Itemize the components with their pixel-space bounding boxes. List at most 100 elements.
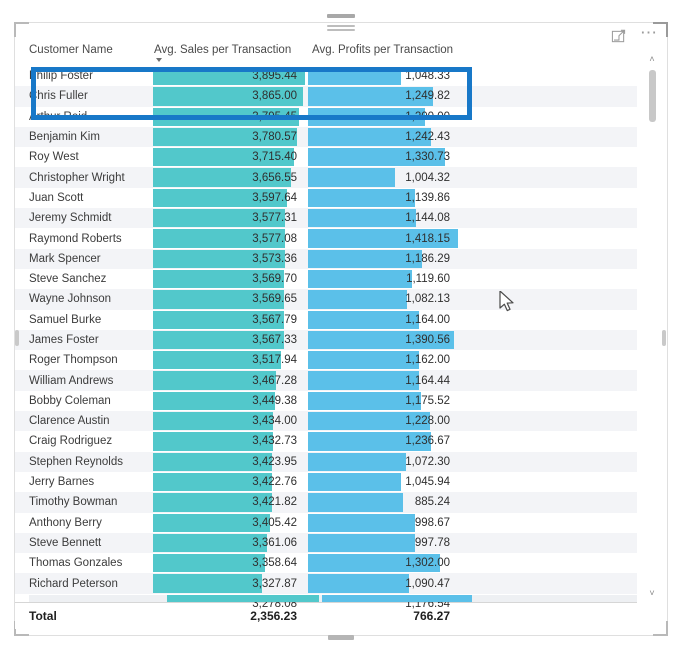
cell-customer-name: Mark Spencer [29,252,101,265]
table-row[interactable]: Benjamin Kim 3,780.57 1,242.43 [15,126,637,148]
vertical-scrollbar[interactable]: ˄ ˅ [645,38,659,606]
cell-avg-sales: 3,569.65 [153,289,305,309]
cell-avg-sales-value: 3,577.31 [252,212,297,225]
cell-avg-profits: 1,048.33 [308,66,458,86]
cell-customer-name: Wayne Johnson [29,293,112,306]
resize-handle-top-left[interactable] [14,22,29,37]
cell-avg-sales: 3,358.64 [153,553,305,573]
table-row[interactable]: Philip Foster 3,895.44 1,048.33 [15,66,637,87]
table-row[interactable]: Samuel Burke 3,567.79 1,164.00 [15,309,637,330]
table-header-row: Customer Name Avg. Sales per Transaction… [15,36,637,66]
cell-customer-name: Jeremy Schmidt [29,212,112,225]
column-header-avg-sales-label: Avg. Sales per Transaction [154,44,292,56]
cell-avg-profits: 1,139.86 [308,188,458,208]
sort-descending-caret-icon [156,58,162,62]
cell-customer-name: Benjamin Kim [29,131,100,144]
cell-avg-sales: 3,432.73 [153,431,305,451]
table-row[interactable]: Steve Sanchez 3,569.70 1,119.60 [15,268,637,290]
cell-customer-name: Christopher Wright [29,171,125,184]
cell-avg-profits: 1,236.67 [308,431,458,451]
table-row[interactable]: Jeremy Schmidt 3,577.31 1,144.08 [15,208,637,229]
scroll-down-chevron-icon[interactable]: ˅ [645,586,659,600]
table-row[interactable]: Anthony Berry 3,405.42 998.67 [15,512,637,533]
cell-avg-profits: 1,175.52 [308,391,458,411]
cell-avg-sales-value: 3,422.76 [252,476,297,489]
cell-avg-profits-value: 1,242.43 [405,131,450,144]
table-row[interactable]: Mark Spencer 3,573.36 1,186.29 [15,248,637,269]
table-row[interactable]: Steve Bennett 3,361.06 997.78 [15,532,637,554]
cell-avg-profits-value: 885.24 [414,496,450,509]
cell-avg-sales-value: 3,865.00 [252,90,297,103]
table-row[interactable]: Bobby Coleman 3,449.38 1,175.52 [15,390,637,412]
cell-customer-name: Juan Scott [29,191,84,204]
data-bar-profits [308,209,416,228]
cell-avg-sales-value: 3,573.36 [252,252,297,265]
frame-edge-right [667,35,668,623]
table-row[interactable]: Jerry Barnes 3,422.76 1,045.94 [15,471,637,493]
cell-customer-name: Richard Peterson [29,577,118,590]
cell-avg-profits: 1,330.73 [308,147,458,167]
data-bar-sales [153,554,266,573]
data-bar-profits [308,493,403,512]
table-row[interactable]: Christopher Wright 3,656.55 1,004.32 [15,167,637,188]
table-row[interactable]: Thomas Gonzales 3,358.64 1,302.00 [15,553,637,574]
cell-avg-sales-value: 3,715.40 [252,151,297,164]
column-header-customer-name[interactable]: Customer Name [15,36,153,56]
cell-avg-profits: 997.78 [308,533,458,553]
table-row[interactable]: James Foster 3,567.33 1,390.56 [15,329,637,351]
table-row[interactable]: Craig Rodriguez 3,432.73 1,236.67 [15,431,637,452]
cell-avg-profits: 1,072.30 [308,452,458,472]
data-bar-profits [308,574,409,593]
column-header-avg-sales[interactable]: Avg. Sales per Transaction [153,36,306,62]
vertical-scrollbar-track[interactable] [649,66,655,584]
cell-avg-sales: 3,423.95 [153,452,305,472]
table-row[interactable]: Raymond Roberts 3,577.08 1,418.15 [15,228,637,249]
cell-avg-sales-value: 3,780.57 [252,131,297,144]
table-row[interactable]: Wayne Johnson 3,569.65 1,082.13 [15,289,637,310]
cell-customer-name: Timothy Bowman [29,496,118,509]
total-avg-sales-value: 2,356.23 [250,609,297,623]
table-row[interactable]: Roy West 3,715.40 1,330.73 [15,147,637,168]
cell-avg-sales: 3,573.36 [153,249,305,269]
visual-drag-handle-top[interactable] [324,14,358,32]
cell-avg-profits: 885.24 [308,492,458,512]
table-row[interactable]: Stephen Reynolds 3,423.95 1,072.30 [15,451,637,472]
table-row[interactable]: Juan Scott 3,597.64 1,139.86 [15,187,637,209]
table-scroll-area[interactable]: Customer Name Avg. Sales per Transaction… [15,36,667,635]
data-bar-profits [308,533,415,553]
table-row[interactable]: Richard Peterson 3,327.87 1,090.47 [15,573,637,594]
data-bar-profits [308,168,395,187]
visual-drag-handle-bottom[interactable] [328,635,354,640]
cell-avg-sales-value: 3,361.06 [252,536,297,549]
table-row[interactable]: Timothy Bowman 3,421.82 885.24 [15,492,637,513]
table-row[interactable]: Roger Thompson 3,517.94 1,162.00 [15,350,637,371]
scroll-up-chevron-icon[interactable]: ˄ [645,52,659,66]
table-row[interactable]: Clarence Austin 3,434.00 1,228.00 [15,411,637,432]
cell-avg-profits-value: 1,200.00 [405,110,450,123]
cell-avg-profits-value: 1,119.60 [406,273,450,286]
cell-avg-sales-value: 3,567.33 [252,334,297,346]
cell-avg-sales: 3,795.45 [153,107,305,127]
cell-avg-profits-value: 1,082.13 [405,293,450,306]
table-row[interactable]: Chris Fuller 3,865.00 1,249.82 [15,86,637,107]
table-row[interactable]: William Andrews 3,467.28 1,164.44 [15,370,637,391]
cell-avg-sales-value: 3,597.64 [252,191,297,204]
cell-avg-profits: 1,186.29 [308,249,458,269]
left-scroll-marker [15,330,19,346]
cell-avg-sales: 3,361.06 [153,533,305,553]
cell-customer-name: Jerry Barnes [29,476,95,489]
cell-avg-sales: 3,656.55 [153,167,305,187]
cell-avg-profits-value: 1,072.30 [405,455,450,468]
column-header-avg-profits[interactable]: Avg. Profits per Transaction [309,36,462,56]
table-row[interactable]: Arthur Reid 3,795.45 1,200.00 [15,106,637,127]
cell-customer-name: James Foster [29,334,99,346]
cell-avg-profits: 1,090.47 [308,573,458,593]
cell-avg-profits-value: 1,045.94 [405,476,450,489]
table-visual-container[interactable]: ⋯ Customer Name Avg. Sales per Transacti… [14,8,668,640]
cell-avg-profits: 1,390.56 [308,330,458,350]
data-bar-profits [308,269,412,289]
cell-avg-sales-value: 3,449.38 [252,394,297,407]
vertical-scrollbar-thumb[interactable] [649,70,656,122]
cell-customer-name: Thomas Gonzales [29,557,123,570]
cell-avg-profits-value: 1,186.29 [405,252,450,265]
